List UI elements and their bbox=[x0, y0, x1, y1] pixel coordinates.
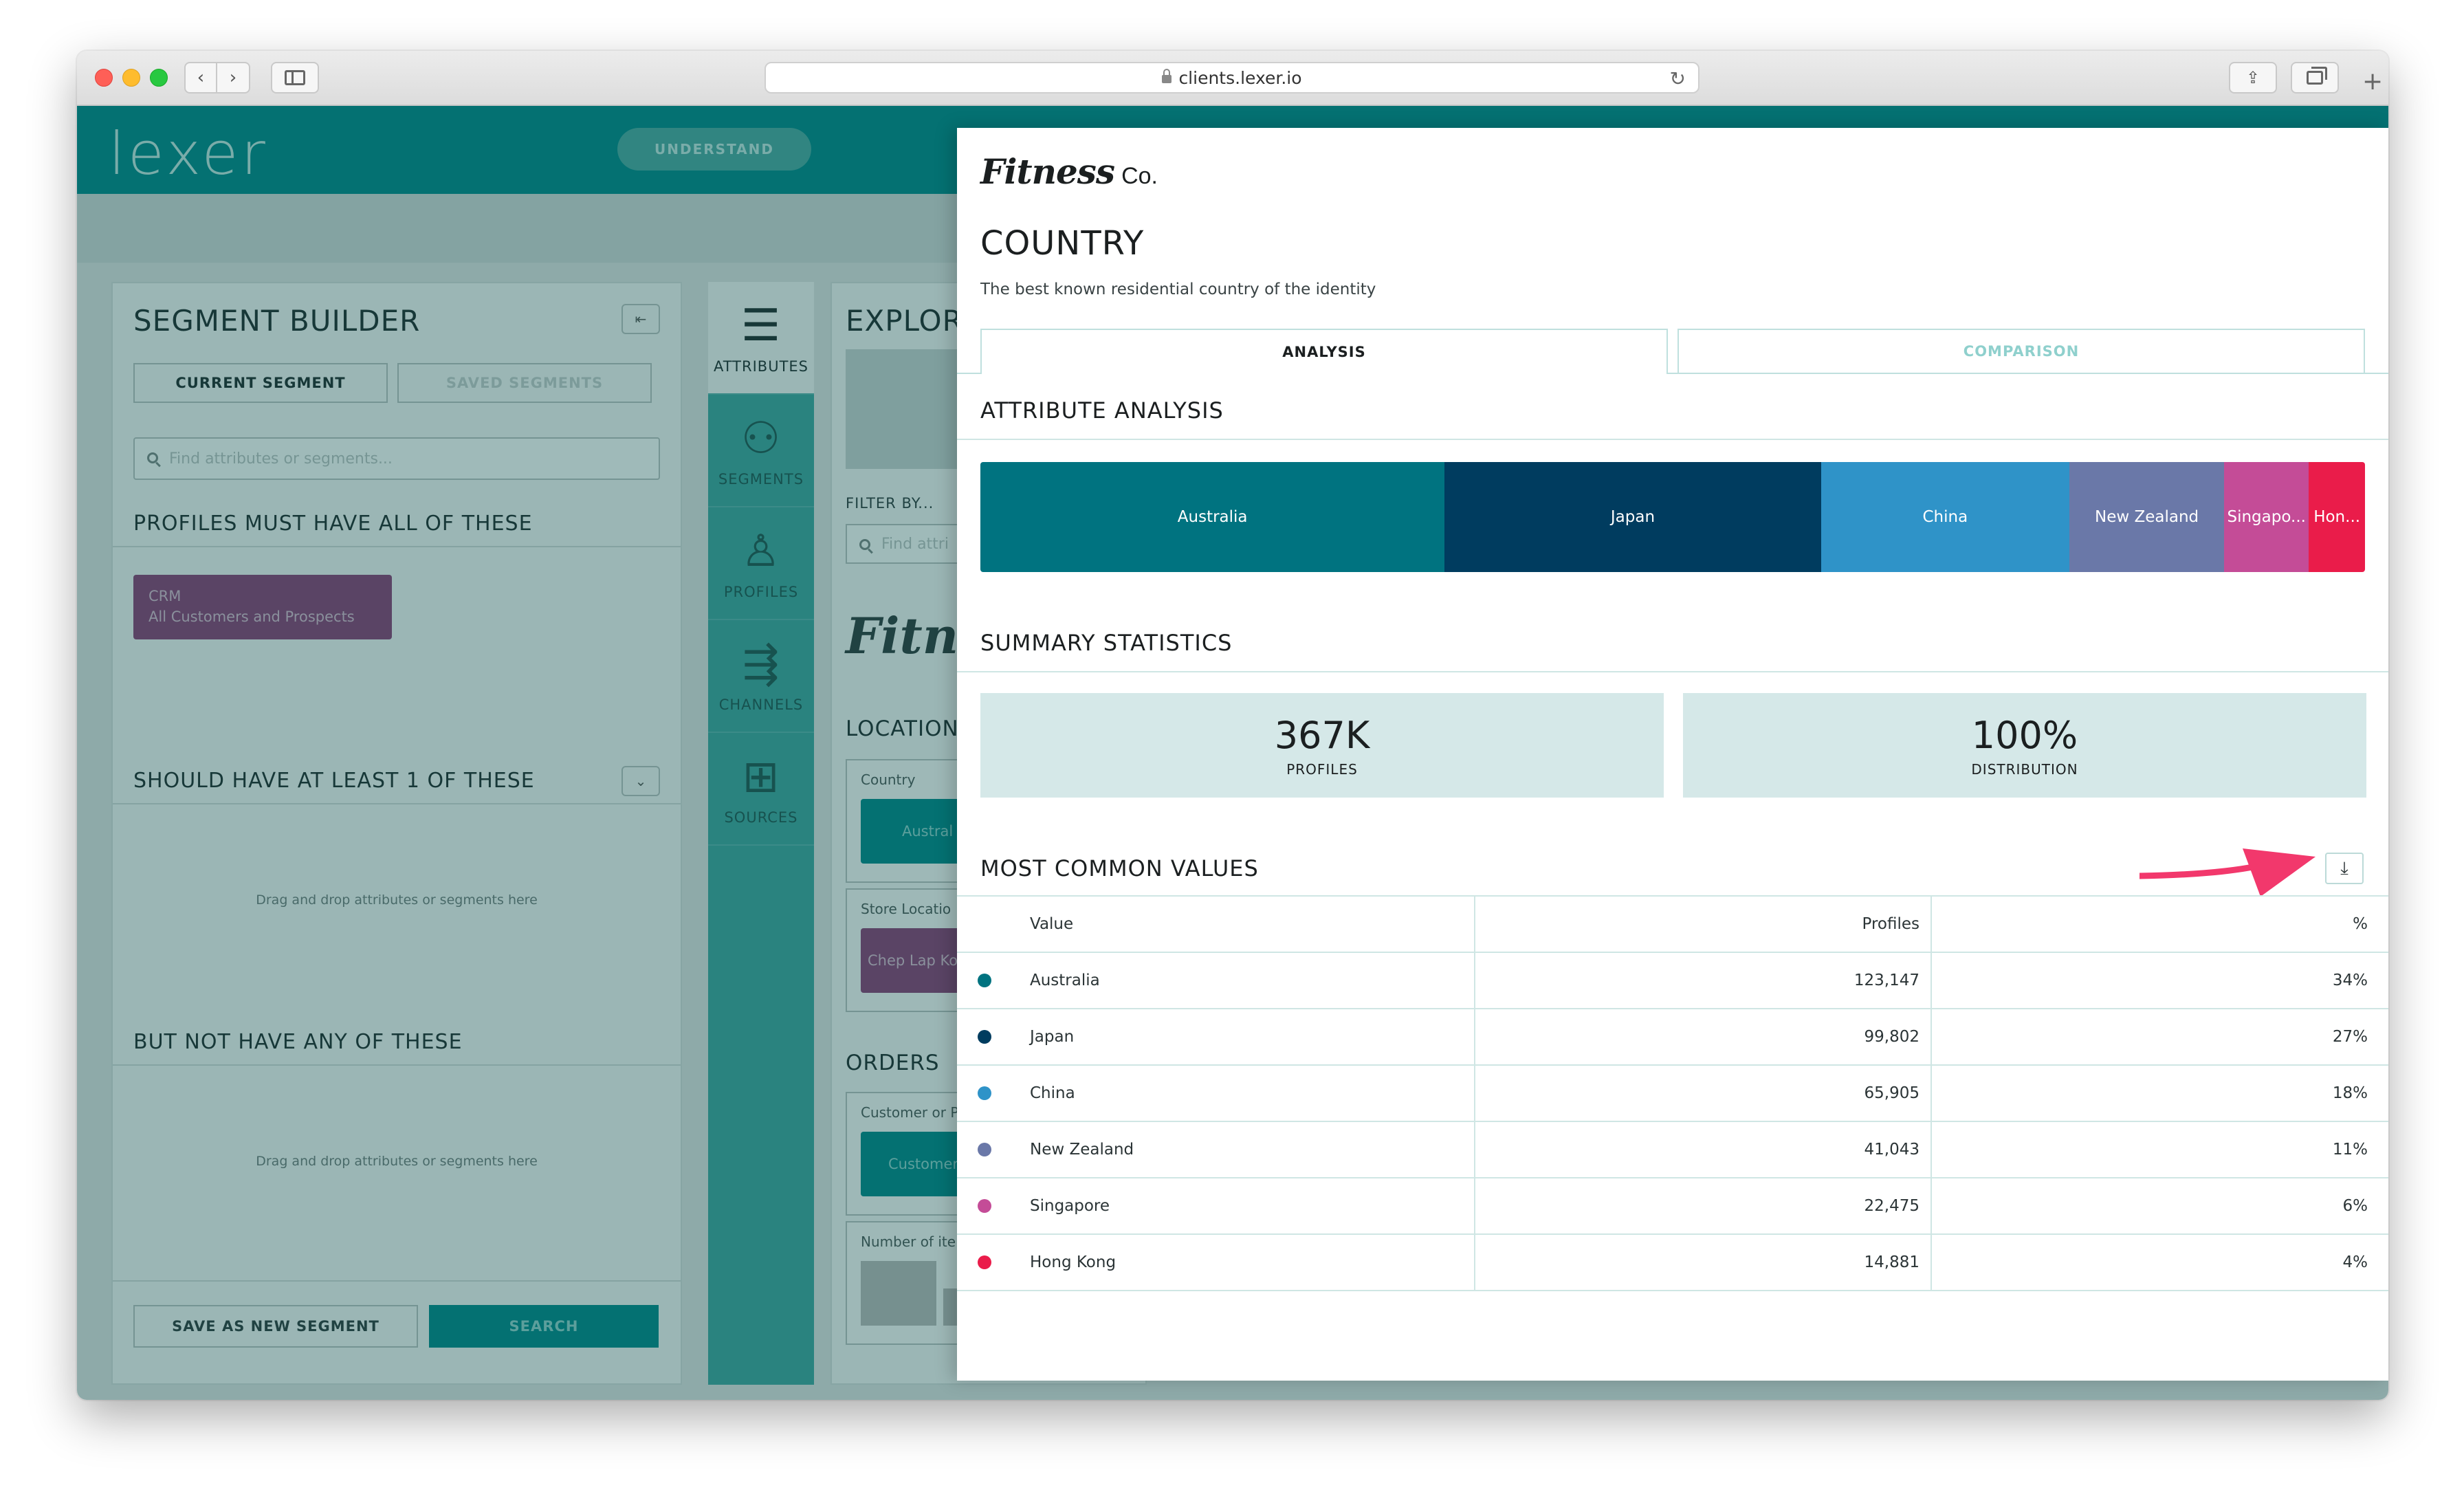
table-row[interactable]: New Zealand 41,043 11% bbox=[957, 1122, 2388, 1178]
attribute-description: The best known residential country of th… bbox=[980, 281, 1376, 298]
value-cell: Singapore bbox=[1030, 1197, 1110, 1215]
highlight-arrow-icon bbox=[2140, 848, 2316, 897]
dot-icon bbox=[978, 1030, 991, 1044]
brand-suffix: Co. bbox=[1121, 163, 1158, 189]
app-content: lexer UNDERSTAND SEGMENT BUILDER ⇤ CURRE… bbox=[77, 106, 2388, 1400]
profiles-cell: 123,147 bbox=[1474, 953, 1930, 1008]
close-window-button[interactable] bbox=[95, 69, 113, 87]
series-color-dot bbox=[978, 1235, 993, 1290]
distribution-stat-card: 100% DISTRIBUTION bbox=[1683, 693, 2366, 798]
tab-analysis[interactable]: ANALYSIS bbox=[980, 329, 1668, 374]
column-header-profiles[interactable]: Profiles bbox=[1474, 897, 1930, 952]
chevron-left-icon: ‹ bbox=[197, 67, 205, 88]
bar-segment-china[interactable]: China bbox=[1820, 462, 2070, 572]
bar-segment-label: China bbox=[1922, 508, 1968, 526]
maximize-window-button[interactable] bbox=[150, 69, 168, 87]
profiles-stat-label: PROFILES bbox=[1286, 760, 1358, 778]
dot-icon bbox=[978, 1199, 991, 1213]
address-bar[interactable]: clients.lexer.io ↻ bbox=[764, 62, 1700, 94]
url-text: clients.lexer.io bbox=[1178, 67, 1302, 88]
attribute-title: COUNTRY bbox=[980, 224, 1145, 263]
share-icon: ⇪ bbox=[2245, 68, 2260, 87]
minimize-window-button[interactable] bbox=[122, 69, 140, 87]
divider bbox=[957, 439, 2388, 440]
profiles-cell: 65,905 bbox=[1474, 1066, 1930, 1121]
attribute-detail-panel: Fitness Co. COUNTRY The best known reside… bbox=[957, 128, 2388, 1381]
attribute-analysis-heading: ATTRIBUTE ANALYSIS bbox=[980, 397, 1224, 424]
column-header-percent[interactable]: % bbox=[1930, 897, 2388, 952]
summary-statistics-heading: SUMMARY STATISTICS bbox=[980, 630, 1233, 656]
download-button[interactable]: ⤓ bbox=[2325, 853, 2364, 884]
forward-button[interactable]: › bbox=[217, 62, 250, 94]
bar-segment-label: Australia bbox=[1177, 508, 1248, 526]
bar-segment-japan[interactable]: Japan bbox=[1444, 462, 1821, 572]
most-common-values-heading: MOST COMMON VALUES bbox=[980, 855, 1259, 881]
table-row[interactable]: Japan 99,802 27% bbox=[957, 1009, 2388, 1066]
profiles-stat-card: 367K PROFILES bbox=[980, 693, 1664, 798]
dot-icon bbox=[978, 974, 991, 987]
table-header-row: Value Profiles % bbox=[957, 897, 2388, 953]
series-color-dot bbox=[978, 1009, 993, 1064]
divider bbox=[957, 671, 2388, 672]
tab-comparison[interactable]: COMPARISON bbox=[1678, 329, 2365, 373]
dot-icon bbox=[978, 1086, 991, 1100]
value-cell: New Zealand bbox=[1030, 1141, 1134, 1159]
value-cell: Australia bbox=[1030, 972, 1100, 989]
lock-icon bbox=[1162, 69, 1172, 83]
bar-segment-label: New Zealand bbox=[2094, 508, 2199, 526]
tabs-icon bbox=[2307, 67, 2327, 85]
profiles-stat-value: 367K bbox=[1274, 713, 1370, 757]
tabs-overview-button[interactable] bbox=[2291, 62, 2339, 94]
share-button[interactable]: ⇪ bbox=[2229, 62, 2277, 94]
profiles-cell: 41,043 bbox=[1474, 1122, 1930, 1177]
table-row[interactable]: Hong Kong 14,881 4% bbox=[957, 1235, 2388, 1291]
percent-cell: 4% bbox=[1930, 1235, 2388, 1290]
bar-segment-label: Hon... bbox=[2313, 508, 2361, 526]
chevron-right-icon: › bbox=[229, 67, 237, 88]
series-color-dot bbox=[978, 953, 993, 1008]
reload-icon[interactable]: ↻ bbox=[1670, 67, 1686, 90]
sidebar-icon bbox=[285, 70, 305, 85]
dot-icon bbox=[978, 1255, 991, 1269]
series-color-dot bbox=[978, 1066, 993, 1121]
bar-segment-new-zealand[interactable]: New Zealand bbox=[2069, 462, 2225, 572]
bar-segment-hong-kong[interactable]: Hon... bbox=[2309, 462, 2365, 572]
bar-segment-label: Singapo... bbox=[2227, 508, 2306, 526]
new-tab-icon[interactable]: + bbox=[2362, 67, 2383, 96]
series-color-dot bbox=[978, 1122, 993, 1177]
profiles-cell: 14,881 bbox=[1474, 1235, 1930, 1290]
profiles-cell: 99,802 bbox=[1474, 1009, 1930, 1064]
table-row[interactable]: China 65,905 18% bbox=[957, 1066, 2388, 1122]
browser-window: ‹ › clients.lexer.io ↻ ⇪ + lexer UNDERST… bbox=[77, 51, 2388, 1400]
percent-cell: 34% bbox=[1930, 953, 2388, 1008]
bar-segment-singapore[interactable]: Singapo... bbox=[2224, 462, 2309, 572]
percent-cell: 18% bbox=[1930, 1066, 2388, 1121]
dot-icon bbox=[978, 1143, 991, 1156]
distribution-stat-value: 100% bbox=[1971, 713, 2078, 757]
country-distribution-bar: Australia Japan China New Zealand Singapo...… bbox=[980, 462, 2365, 572]
table-row[interactable]: Singapore 22,475 6% bbox=[957, 1178, 2388, 1235]
bar-segment-australia[interactable]: Australia bbox=[980, 462, 1445, 572]
percent-cell: 11% bbox=[1930, 1122, 2388, 1177]
brand-script: Fitness bbox=[980, 151, 1115, 192]
value-cell: Hong Kong bbox=[1030, 1253, 1116, 1271]
distribution-stat-label: DISTRIBUTION bbox=[1971, 760, 2078, 778]
table-row[interactable]: Australia 123,147 34% bbox=[957, 953, 2388, 1009]
percent-cell: 27% bbox=[1930, 1009, 2388, 1064]
download-icon: ⤓ bbox=[2340, 858, 2348, 879]
profiles-cell: 22,475 bbox=[1474, 1178, 1930, 1233]
back-button[interactable]: ‹ bbox=[184, 62, 217, 94]
browser-toolbar: ‹ › clients.lexer.io ↻ ⇪ + bbox=[77, 51, 2388, 106]
value-cell: Japan bbox=[1030, 1028, 1075, 1046]
column-header-value[interactable]: Value bbox=[1030, 897, 1470, 952]
value-cell: China bbox=[1030, 1084, 1075, 1102]
brand-logo: Fitness Co. bbox=[980, 151, 1158, 192]
percent-cell: 6% bbox=[1930, 1178, 2388, 1233]
sidebar-toggle-button[interactable] bbox=[271, 62, 319, 94]
series-color-dot bbox=[978, 1178, 993, 1233]
bar-segment-label: Japan bbox=[1610, 508, 1656, 526]
